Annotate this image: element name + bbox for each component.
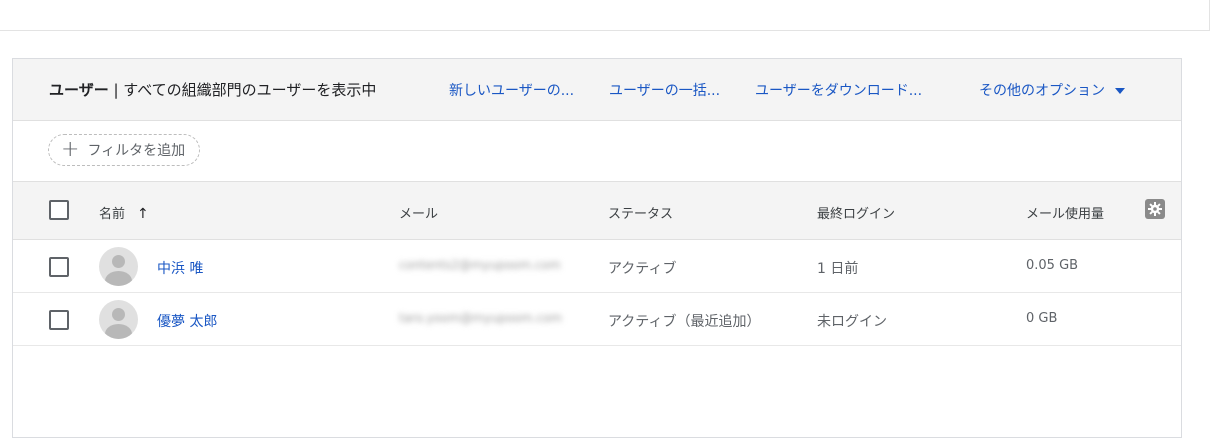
add-new-user-link[interactable]: 新しいユーザーの... <box>449 80 574 100</box>
user-status: アクティブ <box>608 261 677 277</box>
panel-header: ユーザー | すべての組織部門のユーザーを表示中 新しいユーザーの... ユーザ… <box>13 59 1181 121</box>
column-header-mail-usage[interactable]: メール使用量 <box>1026 203 1104 222</box>
top-bar <box>0 0 1210 31</box>
add-filter-label: フィルタを追加 <box>87 143 186 159</box>
avatar <box>99 300 138 339</box>
row-checkbox[interactable] <box>49 257 69 277</box>
sort-ascending-icon: ↑ <box>137 206 149 222</box>
more-options-label: その他のオプション <box>979 83 1105 99</box>
column-header-last-login[interactable]: 最終ログイン <box>817 203 895 222</box>
users-panel: ユーザー | すべての組織部門のユーザーを表示中 新しいユーザーの... ユーザ… <box>12 58 1182 438</box>
user-email: taro.yoom@myupoom.com <box>399 311 562 325</box>
column-header-name-label: 名前 <box>99 207 126 222</box>
avatar <box>99 247 138 286</box>
user-mail-usage: 0.05 GB <box>1026 258 1079 273</box>
row-checkbox[interactable] <box>49 310 69 330</box>
gear-icon-glyph <box>1148 202 1162 216</box>
avatar-body <box>105 324 132 339</box>
page-title-rest: | すべての組織部門のユーザーを表示中 <box>108 81 377 99</box>
column-header-email[interactable]: メール <box>399 203 438 222</box>
user-last-login: 1 日前 <box>817 261 859 277</box>
user-mail-usage: 0 GB <box>1026 311 1058 326</box>
table-row[interactable]: 優夢 太郎 taro.yoom@myupoom.com アクティブ（最近追加） … <box>13 293 1181 346</box>
page-title: ユーザー | すべての組織部門のユーザーを表示中 <box>49 79 376 100</box>
gear-icon[interactable] <box>1145 199 1165 219</box>
table-header: 名前 ↑ メール ステータス 最終ログイン メール使用量 <box>13 182 1181 240</box>
more-options-button[interactable]: その他のオプション <box>979 80 1125 100</box>
user-name-link[interactable]: 優夢 太郎 <box>157 311 217 331</box>
page-title-bold: ユーザー <box>49 81 109 99</box>
bulk-update-users-link[interactable]: ユーザーの一括... <box>609 80 720 100</box>
download-users-link[interactable]: ユーザーをダウンロード... <box>755 80 922 100</box>
user-email: contents2@myupoom.com <box>399 258 561 272</box>
avatar-head <box>112 308 125 321</box>
column-header-status[interactable]: ステータス <box>608 203 673 222</box>
filter-row: + フィルタを追加 <box>13 121 1181 182</box>
user-last-login: 未ログイン <box>817 314 887 330</box>
avatar-head <box>112 255 125 268</box>
caret-down-icon <box>1115 88 1125 94</box>
user-name-link[interactable]: 中浜 唯 <box>157 258 203 278</box>
select-all-checkbox[interactable] <box>49 200 69 220</box>
plus-icon: + <box>61 137 80 162</box>
add-filter-button[interactable]: + フィルタを追加 <box>48 134 201 166</box>
column-header-name[interactable]: 名前 ↑ <box>99 203 149 222</box>
table-row[interactable]: 中浜 唯 contents2@myupoom.com アクティブ 1 日前 0.… <box>13 240 1181 293</box>
avatar-body <box>105 271 132 286</box>
user-status: アクティブ（最近追加） <box>608 314 761 330</box>
